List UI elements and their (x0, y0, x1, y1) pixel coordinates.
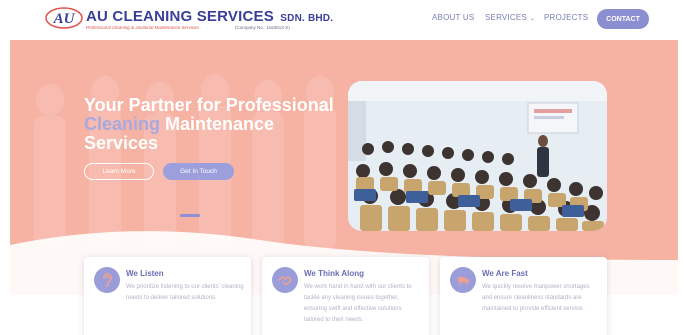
page: AU AU CLEANING SERVICES SDN. BHD. Profes… (0, 0, 684, 335)
feature-title: We Listen (126, 269, 164, 278)
feature-description: We prioritize listening to our clients' … (126, 284, 244, 301)
chevron-down-icon: ⌄ (529, 16, 536, 22)
ear-icon (94, 267, 120, 293)
brand-title: AU CLEANING SERVICES (86, 8, 274, 25)
hero-title-line3: Services (84, 133, 159, 153)
feature-card-we-listen: We Listen We prioritize listening to our… (84, 257, 251, 335)
site-header: AU AU CLEANING SERVICES SDN. BHD. Profes… (0, 0, 684, 38)
nav-projects[interactable]: PROJECTS (544, 13, 588, 22)
hero-training-photo (348, 81, 607, 231)
feature-title: We Are Fast (482, 269, 528, 278)
nav-about-us[interactable]: ABOUT US (432, 13, 474, 22)
brand-suffix: SDN. BHD. (280, 13, 334, 24)
brand-name: AU CLEANING SERVICES SDN. BHD. (86, 8, 333, 25)
hero-title-line2: Cleaning Maintenance (84, 115, 354, 134)
feature-title: We Think Along (304, 269, 364, 278)
brand-tagline: Professional Cleaning & Janitorial Maint… (86, 25, 199, 30)
hero-title-line1: Your Partner for Professional (84, 95, 334, 115)
feature-card-we-think-along: We Think Along We work hand in hand with… (262, 257, 429, 335)
contact-button[interactable]: CONTACT (597, 9, 649, 29)
handshake-icon (272, 267, 298, 293)
feature-card-we-are-fast: We Are Fast We quickly resolve manpower … (440, 257, 607, 335)
get-in-touch-button[interactable]: Get In Touch (163, 163, 234, 180)
nav-services[interactable]: SERVICES ⌄ (485, 13, 535, 22)
hero-title: Your Partner for Professional Cleaning M… (84, 96, 354, 153)
feature-description: We quickly resolve manpower shortages an… (482, 284, 590, 312)
training-session-image (348, 81, 607, 231)
slider-indicator[interactable] (180, 214, 200, 217)
hero-title-highlight: Cleaning (84, 114, 161, 134)
hero-title-line2-rest: Maintenance (160, 114, 275, 134)
company-logo[interactable]: AU (44, 5, 84, 31)
feature-description: We work hand in hand with our clients to… (304, 284, 412, 323)
company-number: (Company No.: 1163613-X) (235, 25, 290, 30)
nav-services-label: SERVICES (485, 13, 527, 22)
learn-more-button[interactable]: Learn More (84, 163, 154, 180)
fast-truck-icon (450, 267, 476, 293)
logo-initials: AU (53, 11, 76, 27)
